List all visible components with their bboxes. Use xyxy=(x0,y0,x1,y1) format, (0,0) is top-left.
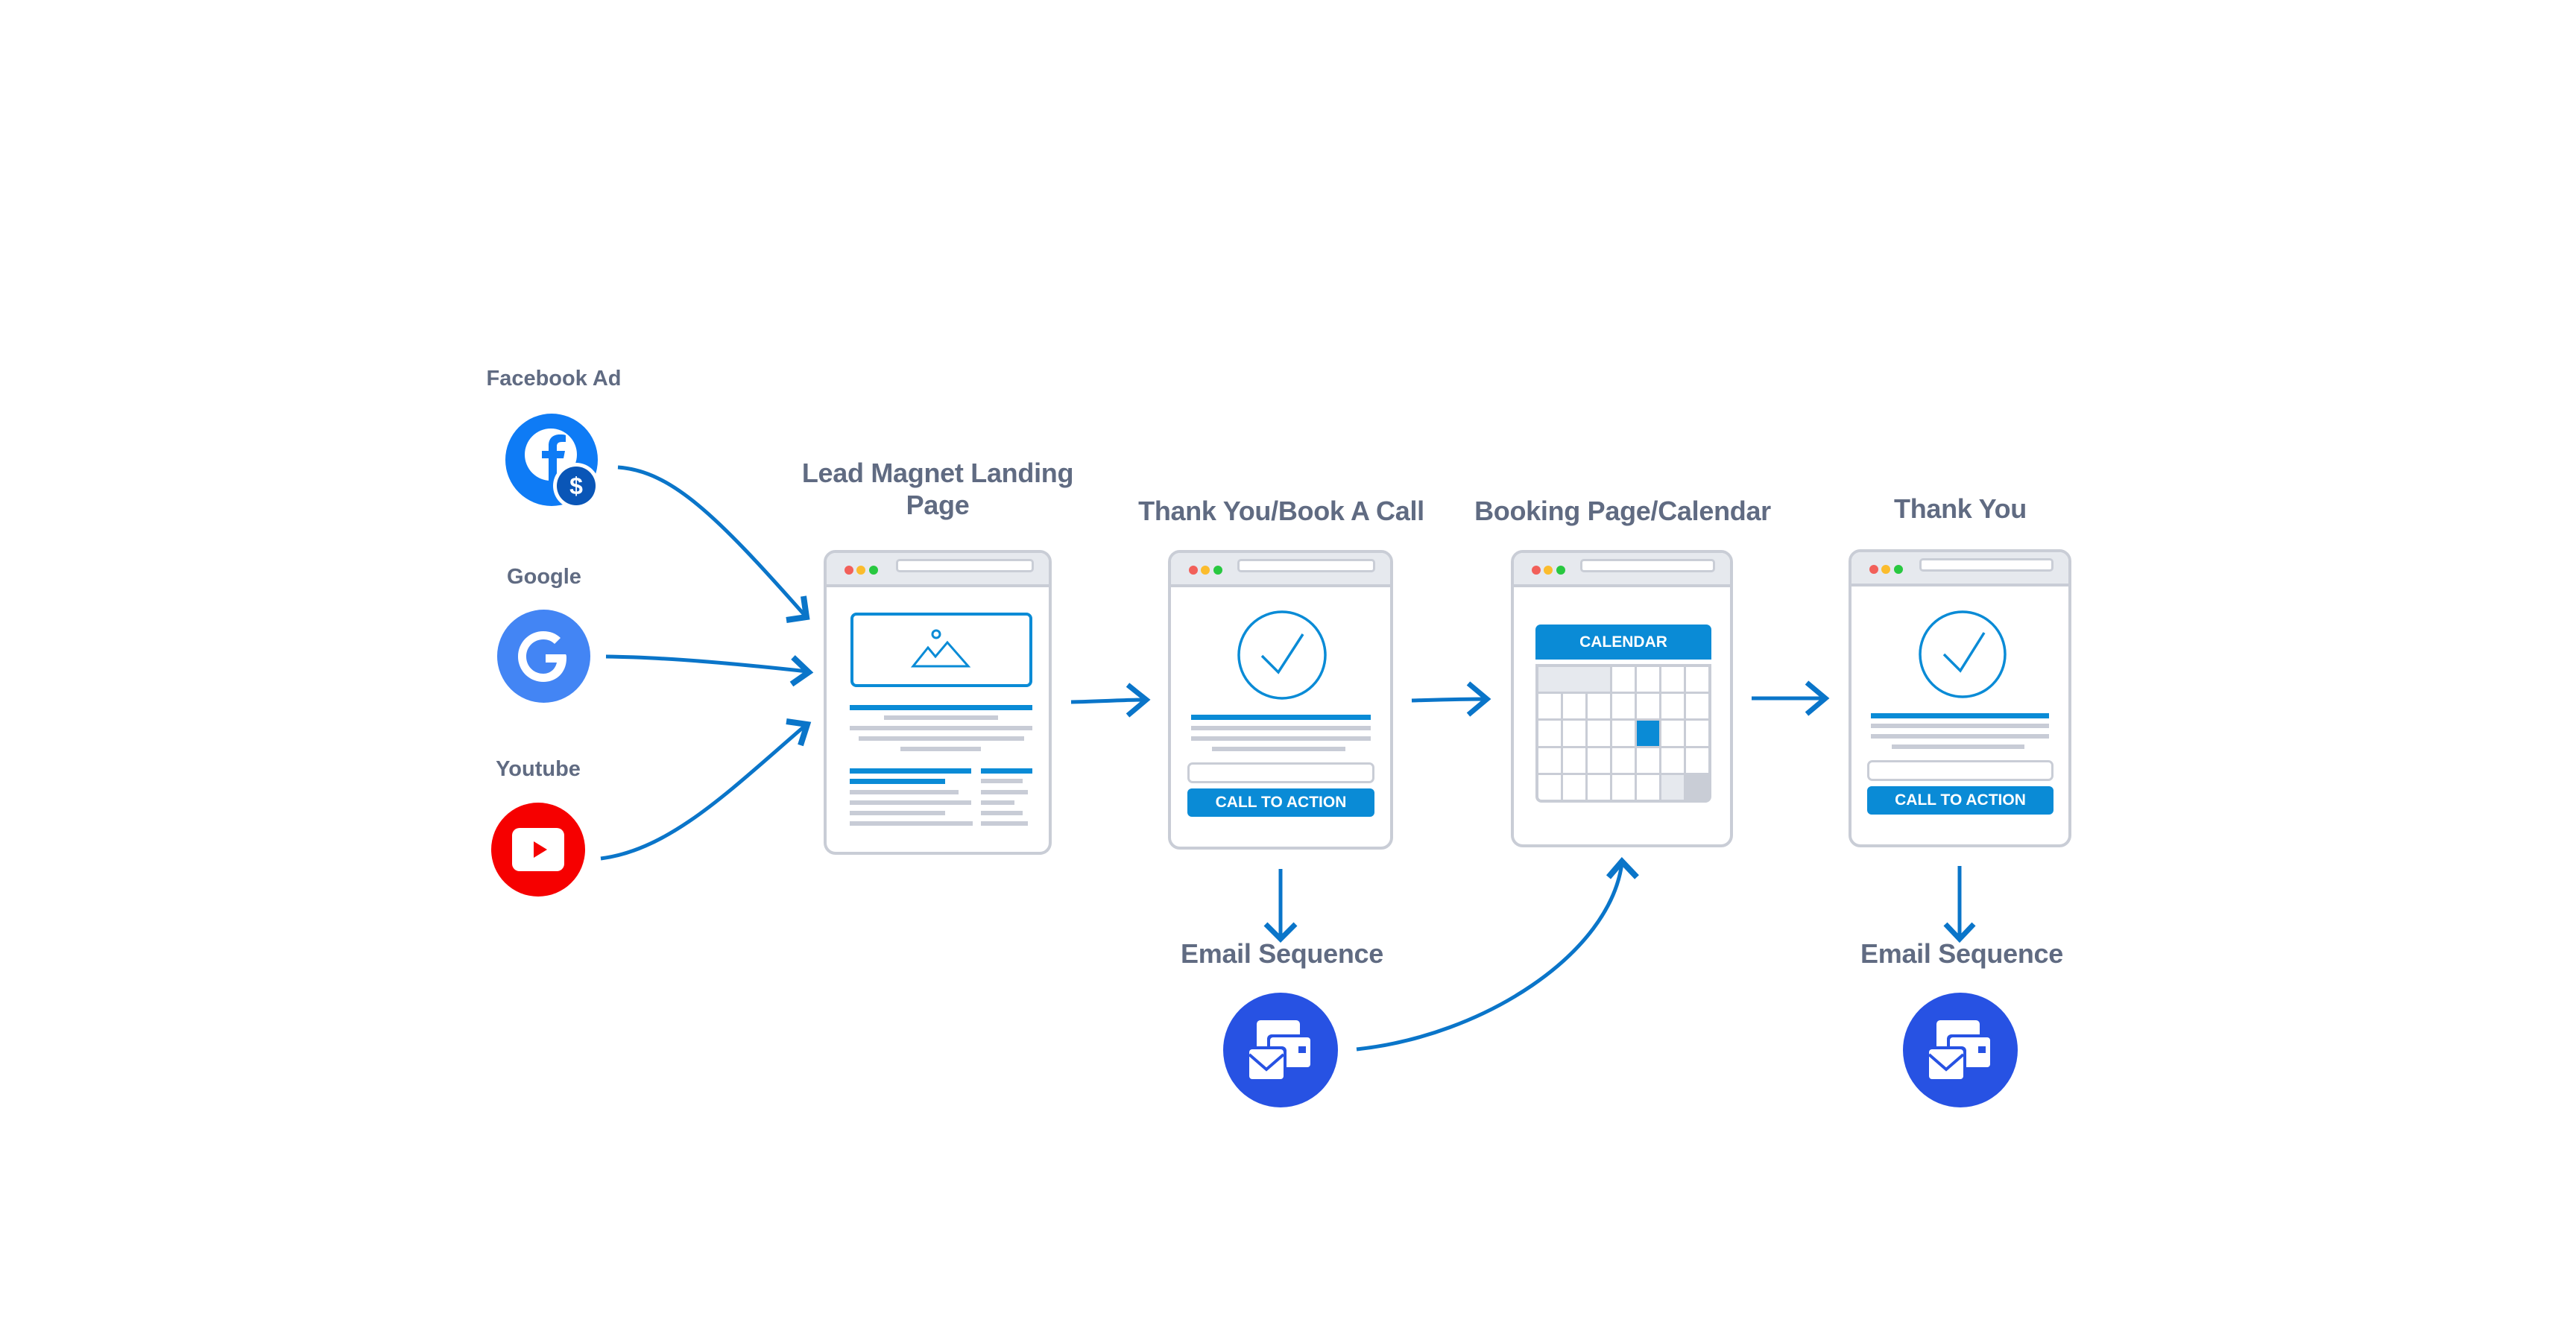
arrow-thank-you-to-booking xyxy=(1411,697,1487,703)
arrow-landing-to-thank-you xyxy=(1070,698,1146,704)
arrow-youtube-to-landing xyxy=(600,724,807,861)
arrow-google-to-landing xyxy=(605,654,808,674)
arrow-facebook-to-landing xyxy=(617,465,806,617)
connector-arrows xyxy=(600,465,1976,1052)
arrow-email-to-booking xyxy=(1356,862,1624,1052)
